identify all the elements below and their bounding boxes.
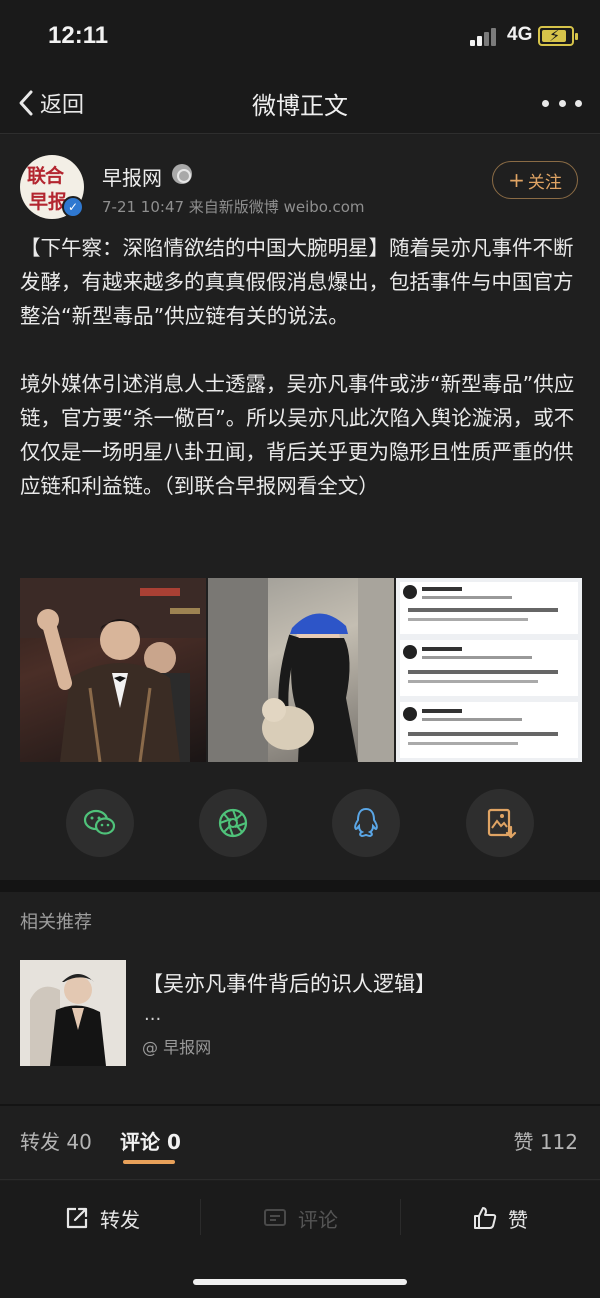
status-bar: 12:11 4G ⚡ (0, 0, 600, 72)
active-tab-indicator (123, 1160, 175, 1164)
verified-badge-icon: ✓ (62, 196, 84, 218)
tab-repost[interactable]: 转发 40 (20, 1126, 92, 1155)
thumbnail-illustration (20, 960, 126, 1066)
repost-icon (66, 1207, 88, 1229)
network-type: 4G (507, 24, 533, 45)
action-bar: 转发 评论 赞 (0, 1181, 600, 1298)
save-image-icon (487, 808, 517, 839)
share-row (0, 789, 600, 859)
post-paragraph: 境外媒体引述消息人士透露，吴亦凡事件或涉“新型毒品”供应链，官方要“杀一儆百”。… (20, 372, 575, 498)
moments-icon (218, 808, 248, 838)
more-dot (558, 99, 566, 107)
post-paragraph: 【下午察：深陷情欲结的中国大腕明星】随着吴亦凡事件不断发酵，有越来越多的真真假假… (20, 236, 574, 328)
more-dot (575, 99, 582, 107)
share-moments-button[interactable] (199, 789, 267, 857)
more-button[interactable] (542, 90, 582, 116)
signal-icon (470, 26, 500, 46)
repost-button[interactable]: 转发 (64, 1201, 140, 1235)
nav-bar: 返回 微博正文 (0, 72, 600, 134)
save-image-button[interactable] (466, 789, 534, 857)
action-separator (200, 1199, 201, 1235)
post-image-3[interactable] (396, 578, 582, 762)
tab-comment[interactable]: 评论 0 (120, 1126, 181, 1155)
like-label: 赞 (508, 1207, 528, 1232)
related-title: 相关推荐 (20, 912, 92, 933)
thumbs-up-icon (474, 1207, 497, 1229)
comment-icon (264, 1209, 286, 1226)
related-section: 相关推荐 【吴亦凡事件背后的识人逻辑】 ... @ 早报网 (0, 892, 600, 1104)
photo-illustration (208, 578, 394, 762)
related-card[interactable]: 【吴亦凡事件背后的识人逻辑】 ... @ 早报网 (20, 960, 580, 1068)
related-source: @ 早报网 (142, 1038, 212, 1057)
post-image-2[interactable] (208, 578, 394, 762)
related-thumbnail (20, 960, 126, 1066)
photo-illustration (20, 578, 206, 762)
status-time: 12:11 (48, 22, 109, 49)
comment-label: 评论 (298, 1207, 338, 1232)
comment-button[interactable]: 评论 (262, 1201, 338, 1235)
follow-label: 关注 (527, 172, 562, 193)
home-indicator[interactable] (193, 1279, 407, 1285)
plus-icon: + (508, 168, 525, 192)
battery-icon: ⚡ (538, 26, 578, 46)
avatar-logo-text: 早报 (29, 191, 68, 213)
weibo-post: 联合 早报 ✓ 早报网 7-21 10:47 来自新版微博 weibo.com … (0, 135, 600, 880)
like-button[interactable]: 赞 (472, 1201, 528, 1235)
post-image-1[interactable] (20, 578, 206, 762)
page-title: 微博正文 (252, 92, 348, 120)
repost-label: 转发 (100, 1207, 140, 1232)
related-ellipsis: ... (144, 1004, 162, 1025)
more-dot (542, 99, 549, 107)
section-divider (0, 880, 600, 892)
share-wechat-button[interactable] (66, 789, 134, 857)
qq-icon (354, 807, 378, 838)
wechat-icon (83, 809, 116, 835)
interaction-tabs: 转发 40 评论 0 赞 112 (0, 1106, 600, 1180)
post-meta: 7-21 10:47 来自新版微博 weibo.com (102, 198, 365, 216)
related-headline: 【吴亦凡事件背后的识人逻辑】 (142, 972, 436, 996)
member-badge-icon (172, 164, 192, 184)
author-name[interactable]: 早报网 (102, 162, 162, 191)
avatar-logo-text: 联合 (27, 165, 64, 187)
tab-like[interactable]: 赞 112 (513, 1126, 578, 1155)
post-body: 【下午察：深陷情欲结的中国大腕明星】随着吴亦凡事件不断发酵，有越来越多的真真假假… (20, 231, 584, 537)
action-separator (400, 1199, 401, 1235)
follow-button[interactable]: + 关注 (492, 161, 578, 199)
photo-illustration (396, 578, 582, 762)
share-qq-button[interactable] (332, 789, 400, 857)
